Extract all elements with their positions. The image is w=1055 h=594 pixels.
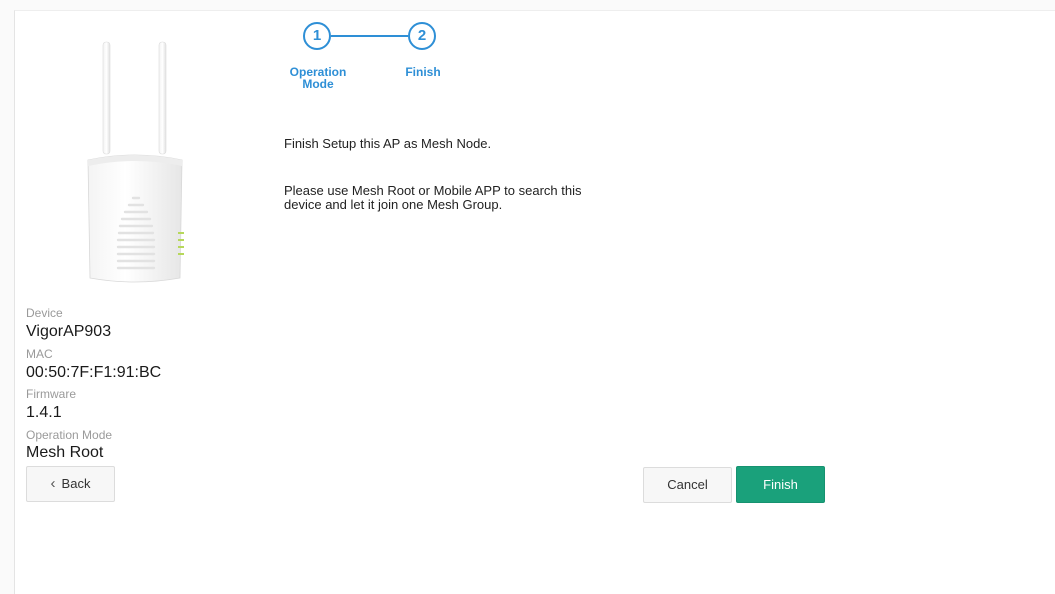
finish-message: Finish Setup this AP as Mesh Node. bbox=[284, 136, 492, 151]
mac-value: 00:50:7F:F1:91:BC bbox=[26, 364, 162, 381]
instruction-message: Please use Mesh Root or Mobile APP to se… bbox=[284, 184, 581, 212]
firmware-label: Firmware bbox=[26, 387, 76, 401]
finish-button-label: Finish bbox=[763, 477, 798, 492]
page-background: 1 2 Operation Mode Finish Finish Setup t… bbox=[0, 0, 1055, 594]
back-button-label: Back bbox=[61, 476, 91, 491]
device-value: VigorAP903 bbox=[26, 323, 112, 340]
step-2-circle: 2 bbox=[408, 22, 436, 50]
cancel-button[interactable]: Cancel bbox=[643, 467, 732, 503]
instruction-line1: Please use Mesh Root or Mobile APP to se… bbox=[284, 183, 582, 198]
operation-mode-label: Operation Mode bbox=[26, 428, 113, 442]
cancel-button-label: Cancel bbox=[667, 477, 708, 492]
step-1-label-line2: Mode bbox=[302, 77, 334, 91]
instruction-line2: device and let it join one Mesh Group. bbox=[284, 197, 503, 212]
step-1-circle: 1 bbox=[303, 22, 331, 50]
back-button[interactable]: ‹ Back bbox=[26, 466, 115, 502]
device-label: Device bbox=[26, 306, 63, 320]
operation-mode-value: Mesh Root bbox=[26, 444, 104, 461]
chevron-left-icon: ‹ bbox=[50, 475, 56, 492]
step-connector-line bbox=[331, 35, 408, 37]
finish-button[interactable]: Finish bbox=[736, 466, 825, 503]
mac-label: MAC bbox=[26, 347, 53, 361]
step-2-label-line1: Finish bbox=[405, 65, 441, 79]
step-1-label: Operation Mode bbox=[276, 66, 360, 90]
access-point-device-icon bbox=[87, 41, 184, 283]
firmware-value: 1.4.1 bbox=[26, 404, 62, 421]
step-2-label: Finish bbox=[392, 66, 454, 78]
